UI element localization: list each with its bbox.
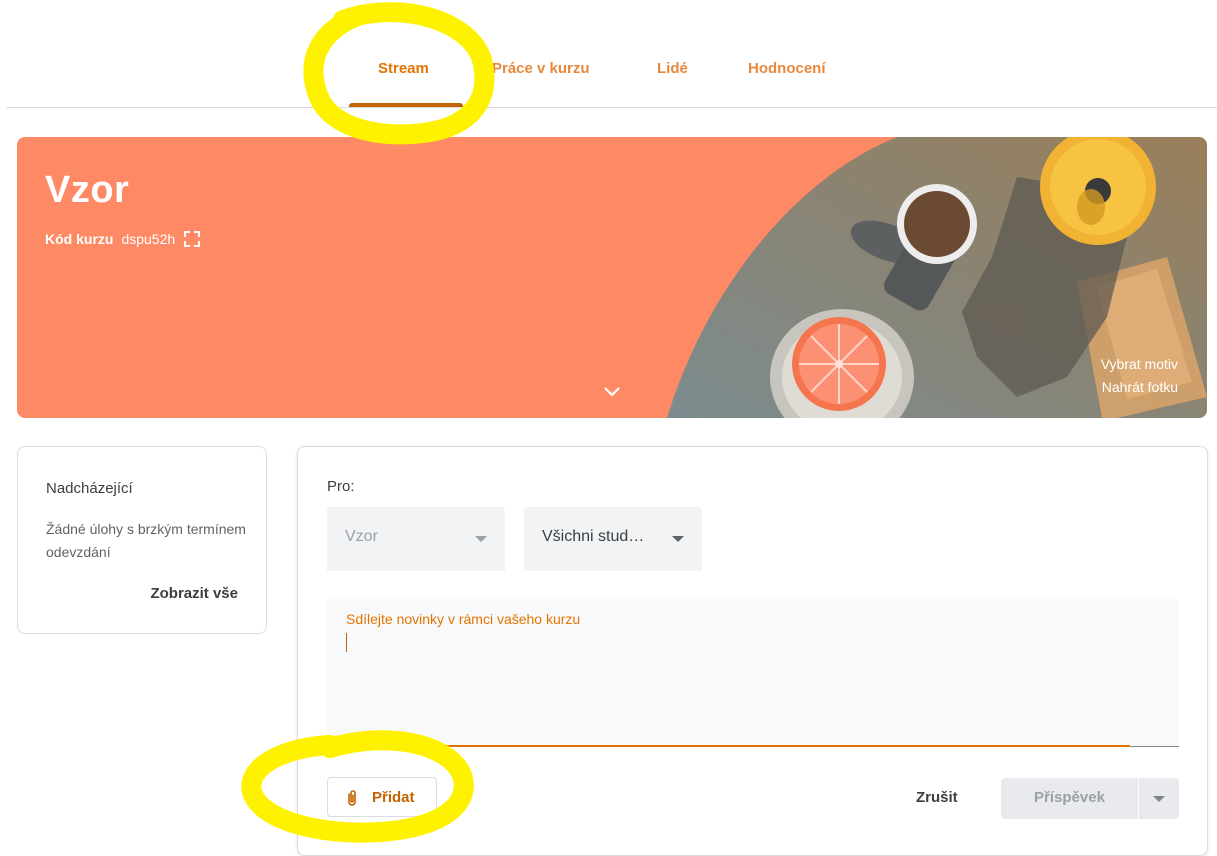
chevron-down-icon[interactable]	[601, 380, 623, 402]
course-code-label: Kód kurzu	[45, 231, 114, 247]
paperclip-icon	[348, 790, 356, 806]
select-theme-link[interactable]: Vybrat motiv	[1101, 356, 1178, 372]
announcement-placeholder: Sdílejte novinky v rámci vašeho kurzu	[346, 611, 581, 627]
class-select-value: Vzor	[345, 528, 378, 545]
post-button-label: Příspěvek	[1034, 789, 1105, 806]
tabs-divider	[6, 107, 1217, 108]
for-label: Pro:	[327, 478, 355, 495]
add-attachment-button[interactable]: Přidat	[327, 777, 437, 817]
tab-grades[interactable]: Hodnocení	[748, 60, 826, 77]
course-code-value: dspu52h	[121, 231, 176, 247]
caret-down-icon	[672, 536, 684, 542]
students-select-value: Všichni stud…	[542, 528, 645, 545]
fullscreen-icon[interactable]	[183, 230, 201, 248]
post-composer: Pro: Vzor Všichni stud… Sdílejte novinky…	[297, 446, 1208, 856]
banner-illustration	[667, 137, 1207, 418]
tab-classwork[interactable]: Práce v kurzu	[492, 60, 590, 77]
students-select[interactable]: Všichni stud…	[524, 507, 702, 571]
course-title: Vzor	[45, 169, 130, 211]
view-all-link[interactable]: Zobrazit vše	[150, 585, 238, 602]
upload-photo-link[interactable]: Nahrát fotku	[1102, 379, 1178, 395]
tab-people[interactable]: Lidé	[657, 60, 688, 77]
upcoming-title: Nadcházející	[46, 480, 133, 497]
top-tabs: Stream Práce v kurzu Lidé Hodnocení	[0, 0, 1217, 108]
class-select[interactable]: Vzor	[327, 507, 505, 571]
caret-down-icon	[1153, 796, 1165, 802]
announcement-input[interactable]: Sdílejte novinky v rámci vašeho kurzu	[327, 599, 1179, 747]
upcoming-text: Žádné úlohy s brzkým termínem odevzdání	[46, 521, 246, 560]
course-banner: Vzor Kód kurzu dspu52h Vybrat motiv Nahr…	[17, 137, 1207, 418]
text-cursor	[346, 633, 347, 652]
course-code: Kód kurzu dspu52h	[45, 230, 201, 248]
caret-down-icon	[475, 536, 487, 542]
input-focus-underline	[376, 745, 1130, 747]
cancel-button[interactable]: Zrušit	[916, 789, 958, 806]
post-options-button[interactable]	[1139, 778, 1179, 819]
tab-stream[interactable]: Stream	[378, 60, 429, 77]
upcoming-card: Nadcházející Žádné úlohy s brzkým termín…	[17, 446, 267, 634]
post-button[interactable]: Příspěvek	[1001, 778, 1138, 819]
add-button-label: Přidat	[372, 789, 415, 806]
